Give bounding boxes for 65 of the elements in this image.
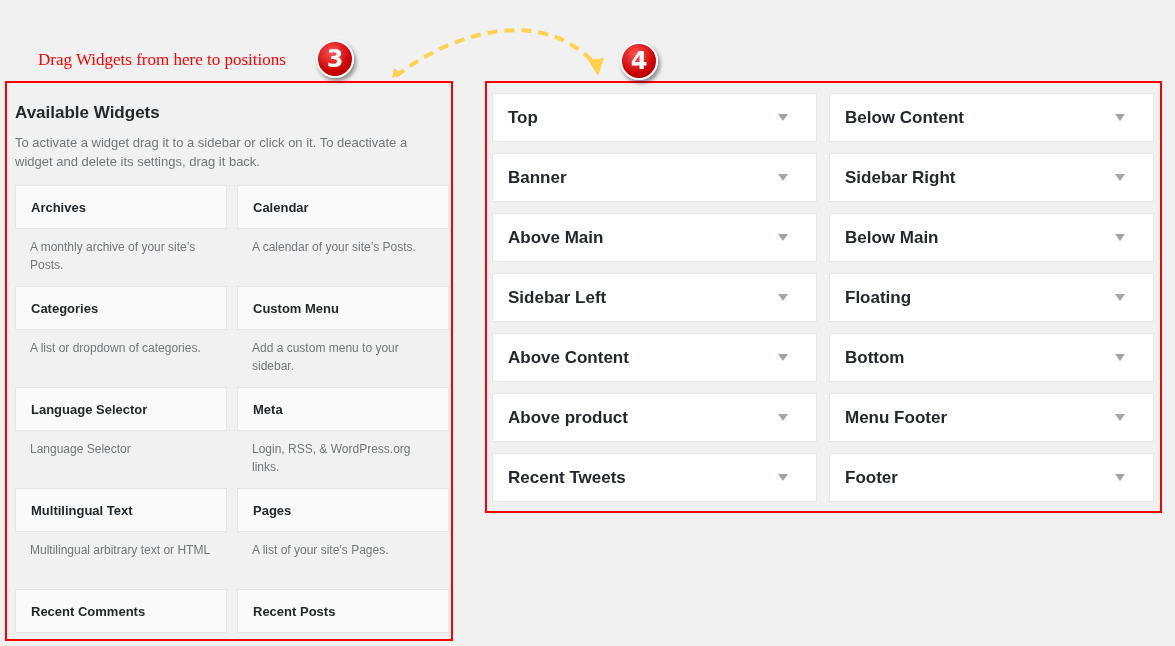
dropdown-arrow-icon xyxy=(778,474,788,481)
widget-card[interactable]: Pages xyxy=(237,488,449,532)
widget-area-title: Above product xyxy=(508,407,628,428)
widget-area[interactable]: Above Main xyxy=(492,213,817,262)
widget-card[interactable]: Calendar xyxy=(237,185,449,229)
widget-area-title: Footer xyxy=(845,467,898,488)
widget-area[interactable]: Recent Tweets xyxy=(492,453,817,502)
step-badge: 3 xyxy=(316,40,354,78)
widget-area[interactable]: Above Content xyxy=(492,333,817,382)
panel-title: Available Widgets xyxy=(15,103,161,123)
dropdown-arrow-icon xyxy=(778,174,788,181)
widget-area[interactable]: Sidebar Left xyxy=(492,273,817,322)
widget-area-title: Recent Tweets xyxy=(508,467,626,488)
widget-description: A list of your site’s Pages. xyxy=(252,542,390,559)
widget-area[interactable]: Above product xyxy=(492,393,817,442)
dropdown-arrow-icon xyxy=(1115,294,1125,301)
dropdown-arrow-icon xyxy=(1115,414,1125,421)
widget-area[interactable]: Below Main xyxy=(829,213,1154,262)
widget-area[interactable]: Floating xyxy=(829,273,1154,322)
widget-description: Login, RSS, & WordPress.org links. xyxy=(252,441,412,476)
dropdown-arrow-icon xyxy=(1115,474,1125,481)
widget-area-title: Banner xyxy=(508,167,567,188)
widget-area-title: Sidebar Right xyxy=(845,167,956,188)
widget-card[interactable]: Categories xyxy=(15,286,227,330)
widget-area-title: Below Content xyxy=(845,107,964,128)
widget-area-title: Sidebar Left xyxy=(508,287,607,308)
widget-description: A calendar of your site’s Posts. xyxy=(252,239,417,256)
dropdown-arrow-icon xyxy=(778,354,788,361)
dropdown-arrow-icon xyxy=(1115,114,1125,121)
widget-card[interactable]: Meta xyxy=(237,387,449,431)
step-badge: 4 xyxy=(620,42,658,80)
widget-area[interactable]: Below Content xyxy=(829,93,1154,142)
widget-area[interactable]: Banner xyxy=(492,153,817,202)
widget-area-title: Bottom xyxy=(845,347,905,368)
widget-area-title: Floating xyxy=(845,287,912,308)
widget-area[interactable]: Sidebar Right xyxy=(829,153,1154,202)
dropdown-arrow-icon xyxy=(778,114,788,121)
widget-card[interactable]: Custom Menu xyxy=(237,286,449,330)
panel-description: To activate a widget drag it to a sidebar or click on it. To deactivate a widget and delete its settings, drag it back. xyxy=(15,134,409,171)
widget-area-title: Top xyxy=(508,107,538,128)
dropdown-arrow-icon xyxy=(1115,354,1125,361)
widget-area[interactable]: Footer xyxy=(829,453,1154,502)
widget-area-title: Above Content xyxy=(508,347,629,368)
widget-description: A list or dropdown of categories. xyxy=(30,340,202,357)
widget-area-title: Above Main xyxy=(508,227,604,248)
widget-description: Language Selector xyxy=(30,441,132,458)
widget-card[interactable]: Archives xyxy=(15,185,227,229)
widget-description: A monthly archive of your site’s Posts. xyxy=(30,239,197,274)
dropdown-arrow-icon xyxy=(1115,234,1125,241)
instruction-note: Drag Widgets from here to positions xyxy=(38,50,286,70)
widget-area[interactable]: Bottom xyxy=(829,333,1154,382)
widget-area[interactable]: Top xyxy=(492,93,817,142)
dropdown-arrow-icon xyxy=(778,234,788,241)
widget-area-title: Below Main xyxy=(845,227,939,248)
widget-card[interactable]: Language Selector xyxy=(15,387,227,431)
widget-description: Multilingual arbitrary text or HTML xyxy=(30,542,212,559)
widget-area-title: Menu Footer xyxy=(845,407,947,428)
dropdown-arrow-icon xyxy=(778,294,788,301)
widget-description: Add a custom menu to your sidebar. xyxy=(252,340,400,375)
widget-card[interactable]: Recent Posts xyxy=(237,589,449,633)
widget-area[interactable]: Menu Footer xyxy=(829,393,1154,442)
dropdown-arrow-icon xyxy=(778,414,788,421)
widget-card[interactable]: Recent Comments xyxy=(15,589,227,633)
widget-card[interactable]: Multilingual Text xyxy=(15,488,227,532)
dropdown-arrow-icon xyxy=(1115,174,1125,181)
